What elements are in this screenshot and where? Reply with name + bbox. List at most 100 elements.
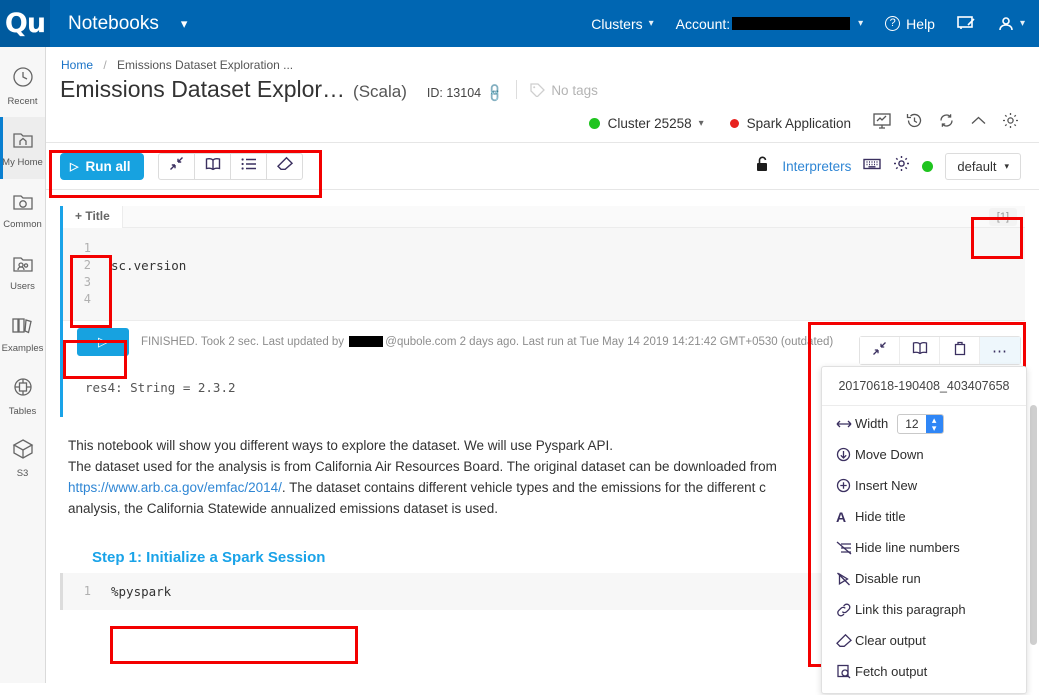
cluster-status-dot: [588, 117, 600, 129]
breadcrumb-separator: /: [103, 58, 107, 72]
menu-item-insert-new[interactable]: Insert New: [822, 472, 1026, 499]
header-right-group: Clusters ▾ Account: ▾ ? Help ▾: [569, 16, 1039, 32]
menu-item-link-paragraph[interactable]: Link this paragraph: [822, 596, 1026, 623]
paragraph-book-button[interactable]: [900, 337, 940, 364]
code-content[interactable]: sc.version: [101, 240, 186, 308]
list-button[interactable]: [230, 152, 268, 180]
run-paragraph-button[interactable]: ▷: [77, 327, 129, 356]
chevron-down-icon: ▾: [1004, 160, 1009, 171]
menu-item-hide-title[interactable]: A Hide title: [822, 503, 1026, 530]
monitor-chart-icon[interactable]: [873, 112, 891, 134]
sidebar-item-s3[interactable]: S3: [0, 427, 45, 489]
gear-icon[interactable]: [893, 155, 910, 177]
sidebar-label: S3: [16, 467, 29, 479]
paragraph-collapse-button[interactable]: [860, 337, 900, 364]
stepper-arrows-icon[interactable]: ▴ ▾: [925, 414, 943, 433]
sidebar-item-examples[interactable]: Examples: [0, 303, 45, 365]
menu-item-disable-run[interactable]: Disable run: [822, 565, 1026, 592]
list-icon: [241, 157, 257, 176]
chevron-down-icon[interactable]: ▾: [181, 16, 188, 32]
users-folder-icon: [12, 253, 34, 278]
menu-item-fetch-output[interactable]: Fetch output: [822, 658, 1026, 685]
menu-item-clear-output[interactable]: Clear output: [822, 627, 1026, 654]
user-menu[interactable]: ▾: [998, 16, 1025, 32]
sidebar-item-users[interactable]: Users: [0, 241, 45, 303]
interpreter-select[interactable]: default ▾: [945, 152, 1021, 180]
gear-icon[interactable]: [1002, 112, 1019, 134]
breadcrumb-home[interactable]: Home: [61, 58, 93, 72]
menu-label: Hide line numbers: [855, 540, 960, 555]
paragraph-delete-button[interactable]: [940, 337, 980, 364]
link-icon: [836, 603, 855, 617]
app-logo[interactable]: Qu: [0, 0, 50, 47]
code-content[interactable]: %pyspark: [101, 583, 171, 600]
refresh-icon[interactable]: [938, 112, 955, 134]
keyboard-icon[interactable]: [863, 157, 882, 175]
books-icon: [11, 315, 35, 340]
book-button[interactable]: [194, 152, 232, 180]
dataset-link[interactable]: https://www.arb.ca.gov/emfac/2014/: [68, 480, 282, 495]
clear-all-button[interactable]: [266, 152, 304, 180]
account-label: Account:: [675, 15, 731, 32]
paragraph-more-button[interactable]: ⋯: [980, 337, 1020, 364]
toolbar-right-group: Interpreters default ▾: [755, 152, 1021, 180]
clusters-label: Clusters: [591, 15, 643, 32]
chevron-down-icon: ▾: [648, 18, 654, 29]
chevron-down-icon[interactable]: ▾: [699, 118, 704, 129]
menu-item-move-down[interactable]: Move Down: [822, 441, 1026, 468]
line-number: 1: [83, 241, 91, 255]
sidebar-item-tables[interactable]: Tables: [0, 365, 45, 427]
width-stepper[interactable]: 12 ▴ ▾: [897, 413, 944, 434]
arrows-horizontal-icon: [836, 419, 855, 429]
vertical-scrollbar[interactable]: [1030, 405, 1037, 645]
sidebar-item-recent[interactable]: Recent: [0, 55, 45, 117]
user-redacted: [349, 335, 384, 347]
eraser-icon: [276, 156, 294, 176]
feedback-icon[interactable]: [957, 16, 976, 31]
clock-icon: [12, 66, 34, 93]
sidebar-label: Users: [10, 280, 35, 292]
interpreters-link[interactable]: Interpreters: [782, 159, 851, 174]
cluster-icon-group: [873, 112, 1019, 134]
menu-label: Hide title: [855, 509, 906, 524]
line-number: 3: [83, 275, 91, 289]
code-editor[interactable]: 1 2 3 4 sc.version: [63, 228, 1025, 320]
history-icon[interactable]: [906, 112, 923, 134]
account-value-redacted: [732, 17, 851, 30]
eraser-icon: [836, 633, 855, 648]
sidebar-item-common[interactable]: Common: [0, 179, 45, 241]
chevron-up-icon[interactable]: [970, 114, 987, 132]
clusters-menu[interactable]: Clusters ▾: [591, 16, 653, 32]
width-label: Width: [855, 416, 889, 431]
trash-icon: [953, 341, 967, 361]
breadcrumb: Home / Emissions Dataset Exploration ...: [46, 47, 1039, 72]
book-icon: [912, 341, 928, 360]
collapse-all-button[interactable]: [158, 152, 196, 180]
menu-label: Clear output: [855, 633, 926, 648]
width-value: 12: [905, 416, 919, 431]
account-menu[interactable]: Account: ▾: [676, 16, 864, 32]
menu-label: Disable run: [855, 571, 921, 586]
notebook-language: (Scala): [353, 82, 407, 101]
collapse-icon: [169, 156, 184, 176]
add-title-button[interactable]: + Title: [63, 206, 123, 228]
book-icon: [205, 157, 221, 176]
link-icon[interactable]: 🔗: [484, 82, 507, 105]
notebooks-nav-label[interactable]: Notebooks: [68, 13, 159, 35]
notebook-title-row: Emissions Dataset Explor… (Scala) ID: 13…: [46, 72, 1039, 105]
tags-field[interactable]: No tags: [530, 83, 598, 98]
notebook-toolbar: ▷ Run all Interpreters default ▾: [46, 142, 1039, 190]
menu-item-hide-line-numbers[interactable]: Hide line numbers: [822, 534, 1026, 561]
interpreter-status-dot: [922, 160, 934, 172]
run-all-button[interactable]: ▷ Run all: [60, 152, 145, 180]
sidebar-label: Common: [3, 218, 42, 230]
help-button[interactable]: ? Help: [885, 16, 935, 32]
menu-item-width[interactable]: Width 12 ▴ ▾: [822, 410, 1026, 437]
unlock-icon[interactable]: [755, 156, 770, 177]
sidebar-item-my-home[interactable]: My Home: [0, 117, 45, 179]
divider: [516, 80, 518, 99]
cluster-name[interactable]: Cluster 25258: [608, 116, 692, 131]
left-sidebar: Recent My Home Common Users Examples Tab…: [0, 47, 46, 683]
fetch-icon: [836, 664, 855, 679]
spark-application-status[interactable]: Spark Application: [729, 116, 851, 131]
